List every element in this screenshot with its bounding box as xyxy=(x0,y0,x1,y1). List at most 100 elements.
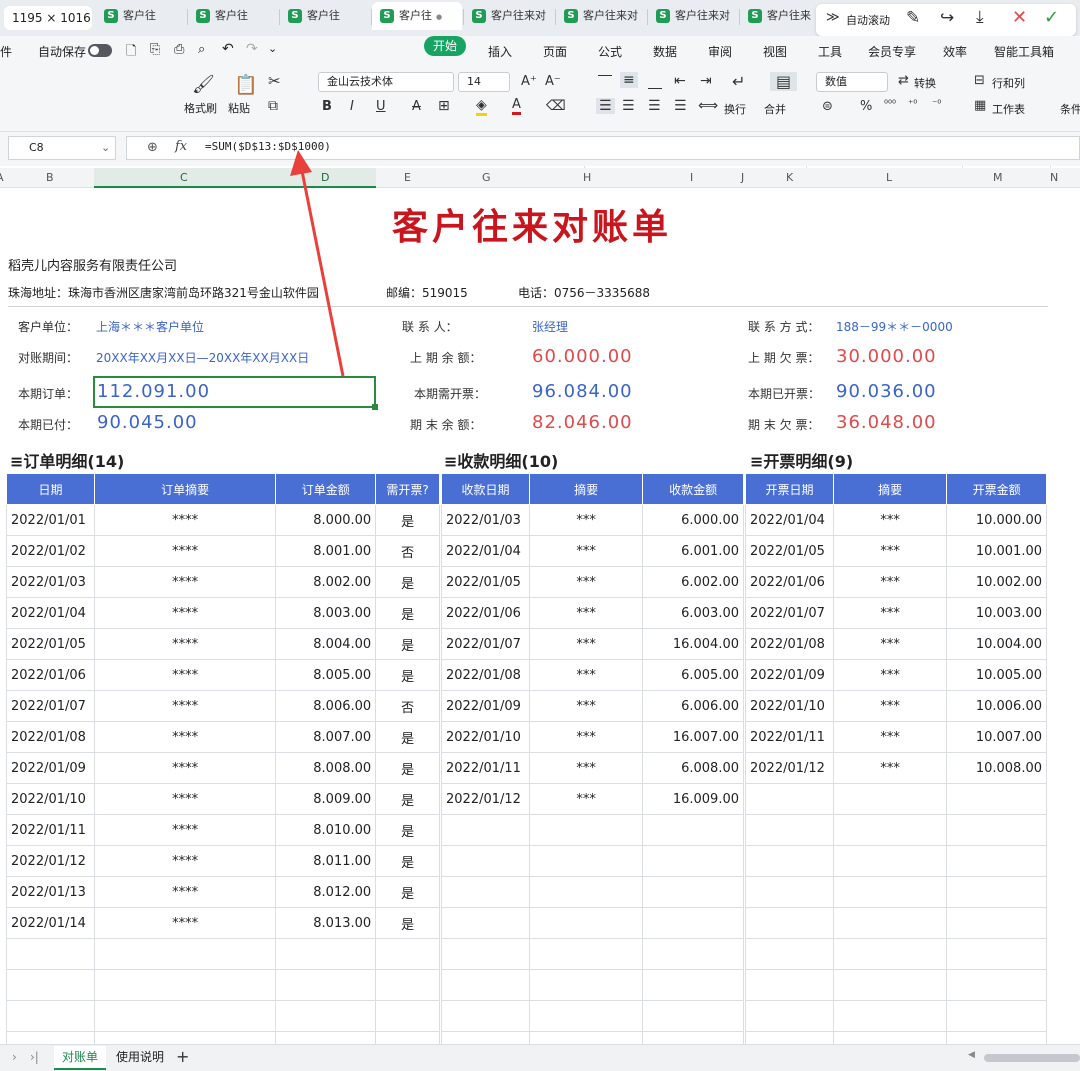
table-cell[interactable]: *** xyxy=(832,628,948,660)
table-cell[interactable]: *** xyxy=(832,690,948,722)
table-cell[interactable]: 2022/01/08 xyxy=(6,721,95,753)
paste-label[interactable]: 粘贴 xyxy=(228,100,250,116)
table-cell[interactable]: 8.000.00 xyxy=(275,504,377,536)
column-letter[interactable]: G xyxy=(482,171,491,184)
table-cell[interactable]: 6.000.00 xyxy=(642,504,744,536)
table-cell[interactable]: *** xyxy=(832,535,948,567)
table-cell[interactable]: *** xyxy=(832,597,948,629)
file-tab[interactable]: S 客户往来对 xyxy=(556,2,646,30)
rows-cols-label[interactable]: 行和列 xyxy=(992,75,1025,91)
number-format-select[interactable]: 数值 xyxy=(816,72,888,92)
table-cell[interactable] xyxy=(275,969,377,1001)
table-cell[interactable]: 8.001.00 xyxy=(275,535,377,567)
name-box[interactable]: C8 ⌄ xyxy=(8,136,116,160)
align-center-icon[interactable]: ☰ xyxy=(622,98,635,114)
align-left-icon[interactable]: ☰ xyxy=(596,98,615,114)
column-letter[interactable]: I xyxy=(690,171,693,184)
autosave-toggle[interactable] xyxy=(88,44,112,57)
table-cell[interactable] xyxy=(528,845,644,877)
table-cell[interactable]: 8.009.00 xyxy=(275,783,377,815)
auto-scroll-label[interactable]: 自动滚动 xyxy=(846,12,890,28)
menu-item[interactable]: 插入 xyxy=(488,43,512,60)
table-cell[interactable]: **** xyxy=(93,566,277,598)
table-cell[interactable] xyxy=(375,938,440,970)
table-cell[interactable]: 是 xyxy=(375,659,440,691)
table-cell[interactable]: 2022/01/10 xyxy=(745,690,834,722)
menu-item[interactable]: 智能工具箱 xyxy=(994,43,1054,60)
worksheet-label[interactable]: 工作表 xyxy=(992,101,1025,117)
copy-icon[interactable]: ⧉ xyxy=(268,98,278,114)
table-cell[interactable]: *** xyxy=(528,659,644,691)
table-cell[interactable] xyxy=(375,969,440,1001)
font-size-select[interactable]: 14 xyxy=(458,72,510,92)
table-cell[interactable]: 10.001.00 xyxy=(946,535,1047,567)
table-cell[interactable]: 8.012.00 xyxy=(275,876,377,908)
worksheet-icon[interactable]: ▦ xyxy=(974,98,986,113)
table-cell[interactable]: **** xyxy=(93,752,277,784)
table-cell[interactable]: **** xyxy=(93,907,277,939)
table-cell[interactable]: 2022/01/12 xyxy=(441,783,530,815)
table-cell[interactable]: 是 xyxy=(375,566,440,598)
table-cell[interactable]: **** xyxy=(93,845,277,877)
table-cell[interactable]: 8.010.00 xyxy=(275,814,377,846)
bold-icon[interactable]: B xyxy=(322,99,332,114)
merge-icon[interactable]: ▤ xyxy=(770,72,798,91)
decrease-decimal-icon[interactable]: ⁻⁰ xyxy=(932,99,941,110)
menu-item[interactable]: 数据 xyxy=(653,43,677,60)
table-cell[interactable]: **** xyxy=(93,597,277,629)
font-select[interactable]: 金山云技术体 xyxy=(318,72,454,92)
table-cell[interactable]: 2022/01/08 xyxy=(745,628,834,660)
column-letter[interactable]: A xyxy=(0,171,4,184)
table-cell[interactable] xyxy=(441,1000,530,1032)
table-cell[interactable]: 2022/01/11 xyxy=(441,752,530,784)
table-cell[interactable]: 2022/01/06 xyxy=(441,597,530,629)
table-cell[interactable] xyxy=(441,876,530,908)
table-cell[interactable]: 是 xyxy=(375,845,440,877)
cut-icon[interactable]: ✂ xyxy=(268,72,281,90)
save-icon[interactable]: 🗋 xyxy=(126,42,136,64)
chevron-down-icon[interactable]: ⌄ xyxy=(101,137,110,159)
table-cell[interactable]: 10.003.00 xyxy=(946,597,1047,629)
table-cell[interactable] xyxy=(6,969,95,1001)
check-icon[interactable]: ✓ xyxy=(1044,7,1059,28)
table-cell[interactable] xyxy=(528,814,644,846)
format-painter-icon[interactable]: 🖌 xyxy=(192,74,215,95)
table-cell[interactable]: 是 xyxy=(375,597,440,629)
chevron-down-icon[interactable]: ≫ xyxy=(826,10,840,25)
table-cell[interactable] xyxy=(6,1000,95,1032)
distributed-icon[interactable]: ⟺ xyxy=(698,98,718,114)
table-cell[interactable]: 10.000.00 xyxy=(946,504,1047,536)
table-cell[interactable]: 8.013.00 xyxy=(275,907,377,939)
table-cell[interactable] xyxy=(528,969,644,1001)
table-cell[interactable]: 2022/01/11 xyxy=(6,814,95,846)
thousands-icon[interactable]: ⁰⁰⁰ xyxy=(884,99,896,110)
condition-label[interactable]: 条件 xyxy=(1060,101,1080,117)
table-cell[interactable]: 10.005.00 xyxy=(946,659,1047,691)
increase-font-icon[interactable]: A⁺ xyxy=(521,74,537,89)
table-cell[interactable]: *** xyxy=(528,504,644,536)
table-cell[interactable] xyxy=(946,1000,1047,1032)
table-cell[interactable]: **** xyxy=(93,659,277,691)
table-cell[interactable] xyxy=(275,1000,377,1032)
menu-item[interactable]: 开始 xyxy=(424,36,466,56)
table-cell[interactable]: *** xyxy=(528,690,644,722)
column-letter[interactable]: L xyxy=(886,171,892,184)
table-cell[interactable]: 2022/01/04 xyxy=(441,535,530,567)
table-cell[interactable]: **** xyxy=(93,783,277,815)
table-cell[interactable]: 2022/01/09 xyxy=(441,690,530,722)
table-cell[interactable]: 8.011.00 xyxy=(275,845,377,877)
rows-cols-icon[interactable]: ⊟ xyxy=(974,73,985,88)
chevron-down-icon[interactable]: ⌄ xyxy=(268,42,277,55)
table-cell[interactable]: 8.002.00 xyxy=(275,566,377,598)
close-icon[interactable]: ✕ xyxy=(1012,7,1027,28)
table-cell[interactable] xyxy=(441,907,530,939)
sheet-tab-instructions[interactable]: 使用说明 xyxy=(108,1046,172,1070)
table-cell[interactable]: 8.007.00 xyxy=(275,721,377,753)
table-cell[interactable] xyxy=(832,876,948,908)
table-cell[interactable]: *** xyxy=(528,628,644,660)
table-cell[interactable] xyxy=(528,876,644,908)
menu-item[interactable]: 工具 xyxy=(818,43,842,60)
table-cell[interactable]: **** xyxy=(93,721,277,753)
table-cell[interactable]: 2022/01/06 xyxy=(6,659,95,691)
menu-item[interactable]: 会员专享 xyxy=(868,43,916,60)
